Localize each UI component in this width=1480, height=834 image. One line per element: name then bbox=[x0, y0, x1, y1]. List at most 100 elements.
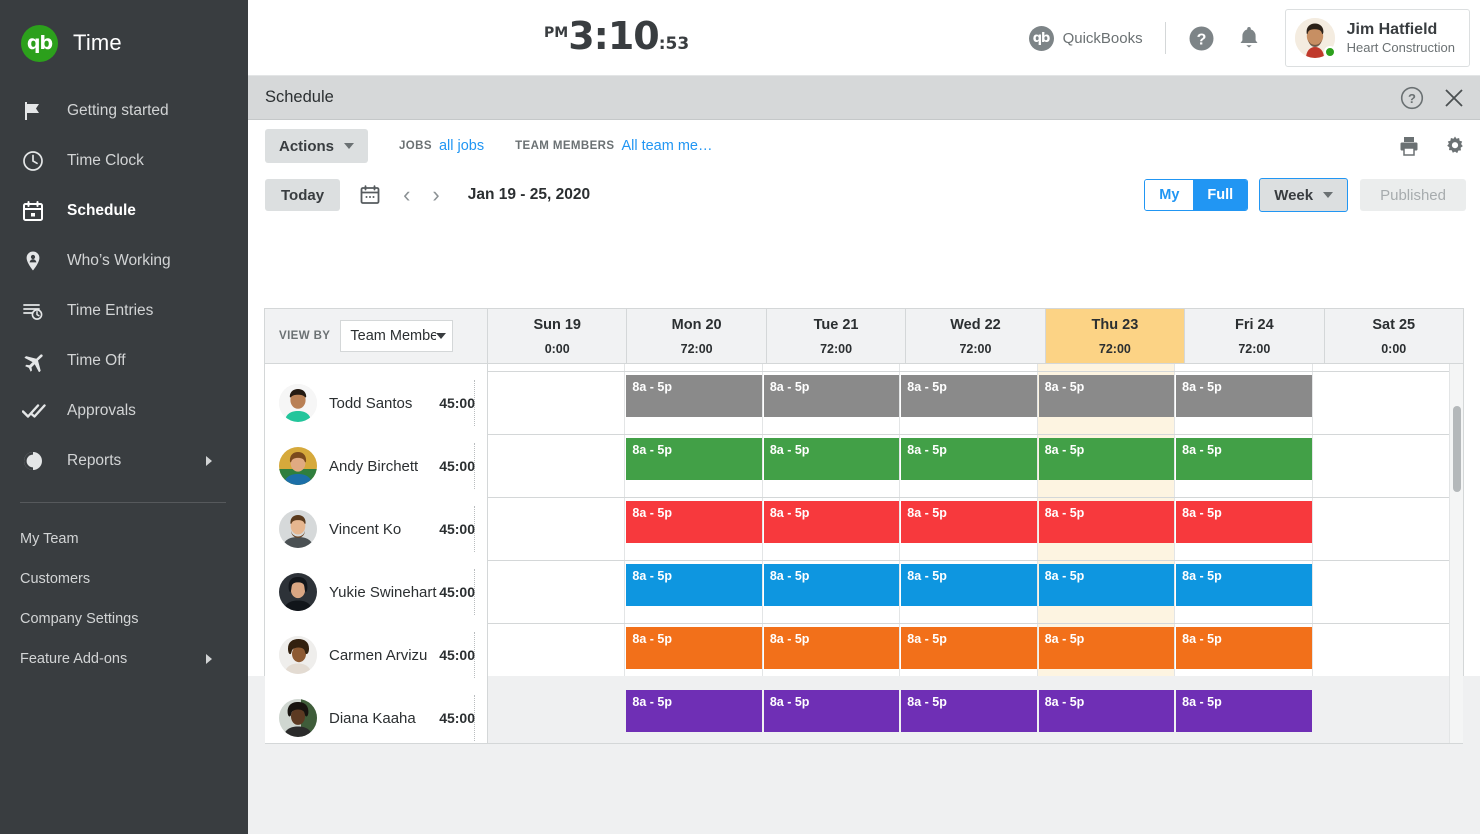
shift-block[interactable]: 8a - 5p bbox=[901, 564, 1036, 606]
shift-block[interactable]: 8a - 5p bbox=[764, 501, 899, 543]
day-header-5[interactable]: Fri 2472:00 bbox=[1185, 309, 1324, 363]
sidebar-item-customers[interactable]: Customers bbox=[0, 559, 248, 599]
shift-block[interactable]: 8a - 5p bbox=[1176, 690, 1311, 732]
shift-block[interactable]: 8a - 5p bbox=[764, 627, 899, 669]
shift-block[interactable]: 8a - 5p bbox=[901, 690, 1036, 732]
shift-block[interactable]: 8a - 5p bbox=[1039, 501, 1174, 543]
today-button[interactable]: Today bbox=[265, 179, 340, 211]
shift-block[interactable]: 8a - 5p bbox=[901, 501, 1036, 543]
view-by-select[interactable]: Team Membe bbox=[340, 320, 453, 352]
shift-block[interactable]: 8a - 5p bbox=[1039, 690, 1174, 732]
view-by-label: VIEW BY bbox=[279, 330, 330, 342]
shift-block[interactable]: 8a - 5p bbox=[626, 627, 761, 669]
avatar bbox=[1295, 18, 1335, 58]
shift-block[interactable]: 8a - 5p bbox=[1176, 438, 1311, 480]
shift-block[interactable]: 8a - 5p bbox=[1039, 564, 1174, 606]
shift-block[interactable]: 8a - 5p bbox=[1176, 501, 1311, 543]
shift-block[interactable]: 8a - 5p bbox=[1176, 627, 1311, 669]
view-scope-toggle[interactable]: My Full bbox=[1144, 179, 1248, 211]
shift-block[interactable]: 8a - 5p bbox=[901, 438, 1036, 480]
team-member-cell[interactable]: Todd Santos45:00 bbox=[265, 372, 487, 434]
user-menu[interactable]: Jim Hatfield Heart Construction bbox=[1285, 9, 1470, 67]
scope-my-button[interactable]: My bbox=[1145, 180, 1193, 210]
team-member-cell[interactable]: Vincent Ko45:00 bbox=[265, 498, 487, 560]
brand[interactable]: qb Time bbox=[0, 0, 248, 86]
question-circle-icon[interactable]: ? bbox=[1400, 86, 1424, 110]
scrollbar-thumb[interactable] bbox=[1453, 406, 1461, 492]
table-row: Andy Birchett45:008a - 5p8a - 5p8a - 5p8… bbox=[265, 435, 1463, 498]
clock-seconds: :53 bbox=[659, 34, 689, 54]
actions-label: Actions bbox=[279, 138, 334, 155]
sidebar-item-whos-working[interactable]: Who’s Working bbox=[0, 236, 248, 286]
day-name: Sun 19 bbox=[533, 317, 581, 333]
day-header-1[interactable]: Mon 2072:00 bbox=[627, 309, 766, 363]
calendar-bottom-edge bbox=[265, 743, 1463, 744]
list-clock-icon bbox=[22, 298, 52, 324]
jobs-filter[interactable]: JOBS all jobs bbox=[399, 138, 484, 154]
published-button[interactable]: Published bbox=[1360, 179, 1466, 211]
day-header-0[interactable]: Sun 190:00 bbox=[488, 309, 627, 363]
live-clock: PM 3:10 :53 bbox=[544, 14, 689, 58]
sidebar-item-schedule[interactable]: Schedule bbox=[0, 186, 248, 236]
shift-block[interactable]: 8a - 5p bbox=[901, 627, 1036, 669]
sidebar-item-feature-addons[interactable]: Feature Add-ons bbox=[0, 639, 248, 679]
vertical-scrollbar[interactable] bbox=[1449, 364, 1463, 744]
shift-block[interactable]: 8a - 5p bbox=[626, 564, 761, 606]
sidebar-item-reports[interactable]: Reports bbox=[0, 436, 248, 486]
shift-block[interactable]: 8a - 5p bbox=[764, 375, 899, 417]
sidebar-item-getting-started[interactable]: Getting started bbox=[0, 86, 248, 136]
sidebar-item-label: Schedule bbox=[67, 202, 136, 220]
sidebar-item-my-team[interactable]: My Team bbox=[0, 519, 248, 559]
shift-block[interactable]: 8a - 5p bbox=[1176, 375, 1311, 417]
shift-block[interactable]: 8a - 5p bbox=[626, 438, 761, 480]
team-member-cell[interactable]: Andy Birchett45:00 bbox=[265, 435, 487, 497]
shift-block[interactable]: 8a - 5p bbox=[1039, 438, 1174, 480]
shift-block[interactable]: 8a - 5p bbox=[1039, 375, 1174, 417]
period-select[interactable]: Week bbox=[1259, 178, 1348, 212]
close-icon[interactable] bbox=[1442, 86, 1466, 110]
calendar-picker-icon[interactable] bbox=[359, 184, 381, 206]
sidebar-item-time-entries[interactable]: Time Entries bbox=[0, 286, 248, 336]
jobs-value[interactable]: all jobs bbox=[439, 138, 484, 154]
sidebar-item-label: Time Clock bbox=[67, 152, 144, 170]
notification-bell-icon[interactable] bbox=[1237, 25, 1261, 51]
sidebar-subitem-label: Customers bbox=[20, 571, 90, 587]
chevron-down-icon bbox=[436, 333, 446, 339]
shift-block[interactable]: 8a - 5p bbox=[626, 501, 761, 543]
prev-week-button[interactable]: ‹ bbox=[403, 184, 410, 206]
shift-block[interactable]: 8a - 5p bbox=[626, 690, 761, 732]
gear-icon[interactable] bbox=[1444, 135, 1466, 157]
shift-block[interactable]: 8a - 5p bbox=[764, 438, 899, 480]
avatar bbox=[279, 573, 317, 611]
question-circle-icon[interactable]: ? bbox=[1188, 25, 1215, 52]
team-member-cell[interactable]: Diana Kaaha45:00 bbox=[265, 687, 487, 744]
team-members-filter[interactable]: TEAM MEMBERS All team me… bbox=[515, 138, 712, 154]
sidebar-item-label: Approvals bbox=[67, 402, 136, 420]
shift-block[interactable]: 8a - 5p bbox=[626, 375, 761, 417]
day-total-hours: 72:00 bbox=[959, 342, 991, 356]
printer-icon[interactable] bbox=[1398, 135, 1420, 157]
day-header-4[interactable]: Thu 2372:00 bbox=[1046, 309, 1185, 363]
sidebar-item-approvals[interactable]: Approvals bbox=[0, 386, 248, 436]
actions-button[interactable]: Actions bbox=[265, 129, 368, 163]
sidebar-subitem-label: Feature Add-ons bbox=[20, 651, 127, 667]
day-header-6[interactable]: Sat 250:00 bbox=[1325, 309, 1463, 363]
team-members-value[interactable]: All team me… bbox=[621, 138, 712, 154]
shift-block[interactable]: 8a - 5p bbox=[764, 564, 899, 606]
shift-block[interactable]: 8a - 5p bbox=[901, 375, 1036, 417]
jobs-label: JOBS bbox=[399, 140, 432, 152]
sidebar-item-time-off[interactable]: Time Off bbox=[0, 336, 248, 386]
sidebar-item-company-settings[interactable]: Company Settings bbox=[0, 599, 248, 639]
team-member-cell[interactable]: Carmen Arvizu45:00 bbox=[265, 624, 487, 686]
scope-full-button[interactable]: Full bbox=[1193, 180, 1247, 210]
quickbooks-link[interactable]: qb QuickBooks bbox=[1029, 26, 1143, 51]
shift-block[interactable]: 8a - 5p bbox=[1176, 564, 1311, 606]
shift-block[interactable]: 8a - 5p bbox=[1039, 627, 1174, 669]
shift-block[interactable]: 8a - 5p bbox=[764, 690, 899, 732]
team-member-cell[interactable]: Yukie Swinehart45:00 bbox=[265, 561, 487, 623]
table-row: Vincent Ko45:008a - 5p8a - 5p8a - 5p8a -… bbox=[265, 498, 1463, 561]
sidebar-item-time-clock[interactable]: Time Clock bbox=[0, 136, 248, 186]
day-header-3[interactable]: Wed 2272:00 bbox=[906, 309, 1045, 363]
next-week-button[interactable]: › bbox=[432, 184, 439, 206]
day-header-2[interactable]: Tue 2172:00 bbox=[767, 309, 906, 363]
